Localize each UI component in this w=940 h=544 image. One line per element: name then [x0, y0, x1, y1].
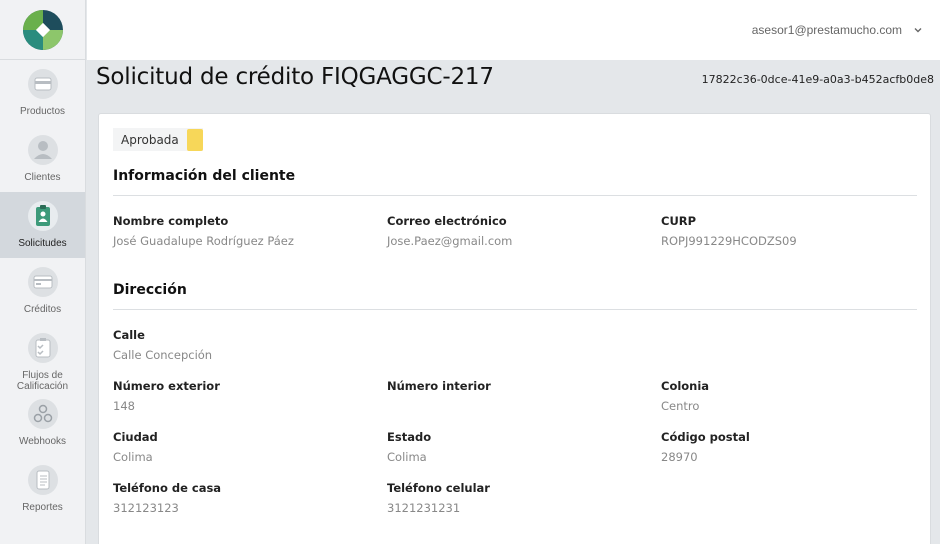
details-card: Aprobada Información del cliente Nombre … [98, 113, 931, 544]
field-value: Colima [113, 450, 153, 464]
request-id: 17822c36-0dce-41e9-a0a3-b452acfb0de8 [701, 73, 934, 86]
sidebar-item-label: Webhooks [18, 436, 67, 447]
sidebar-item-label: Créditos [23, 304, 62, 315]
sidebar-item-label: Solicitudes [18, 238, 67, 249]
credit-card-icon [27, 266, 59, 298]
field-ext-number: Número exterior 148 [113, 379, 220, 413]
field-int-number: Número interior [387, 379, 491, 399]
field-value: 28970 [661, 450, 698, 464]
sidebar-item-reportes[interactable]: Reportes [0, 456, 85, 522]
field-value: ROPJ991229HCODZS09 [661, 234, 797, 248]
requests-icon [27, 200, 59, 232]
field-label: CURP [661, 214, 697, 228]
sidebar-item-productos[interactable]: Productos [0, 60, 85, 126]
field-label: Estado [387, 430, 432, 444]
field-value: Calle Concepción [113, 348, 213, 362]
sidebar-item-label: Clientes [24, 172, 61, 183]
checklist-icon [27, 332, 59, 364]
divider [113, 309, 917, 310]
field-street: Calle Calle Concepción [113, 328, 212, 362]
field-cell-phone: Teléfono celular 3121231231 [387, 481, 490, 515]
field-value: 3121231231 [387, 501, 461, 515]
field-email: Correo electrónico Jose.Paez@gmail.com [387, 214, 512, 248]
sidebar-item-webhooks[interactable]: Webhooks [0, 390, 85, 456]
status-badge: Aprobada [113, 128, 203, 151]
field-zip: Código postal 28970 [661, 430, 750, 464]
field-label: Ciudad [113, 430, 158, 444]
field-home-phone: Teléfono de casa 312123123 [113, 481, 221, 515]
logo[interactable] [0, 0, 85, 60]
status-color-flag [186, 128, 203, 151]
field-label: Teléfono celular [387, 481, 490, 495]
sidebar: Productos Clientes Solicitudes Créditos … [0, 0, 86, 544]
status-label: Aprobada [121, 132, 179, 147]
clients-icon [27, 134, 59, 166]
field-label: Calle [113, 328, 145, 342]
address-section-title: Dirección [113, 282, 187, 298]
field-label: Número interior [387, 379, 491, 393]
field-value: José Guadalupe Rodríguez Páez [113, 234, 294, 248]
sidebar-item-label: Flujos de Calificación [16, 370, 69, 392]
webhook-icon [27, 398, 59, 430]
field-value: 312123123 [113, 501, 179, 515]
field-value: 148 [113, 399, 135, 413]
field-value: Jose.Paez@gmail.com [387, 234, 513, 248]
sidebar-item-label: Productos [19, 106, 66, 117]
field-value: Centro [661, 399, 700, 413]
field-curp: CURP ROPJ991229HCODZS09 [661, 214, 797, 248]
field-city: Ciudad Colima [113, 430, 158, 464]
field-state: Estado Colima [387, 430, 431, 464]
app-logo-icon [22, 9, 63, 50]
page-title: Solicitud de crédito FIQGAGGC-217 [96, 64, 494, 90]
topbar: asesor1@prestamucho.com [87, 0, 940, 60]
products-icon [27, 68, 59, 100]
field-label: Colonia [661, 379, 710, 393]
reports-icon [27, 464, 59, 496]
sidebar-item-label: Reportes [22, 502, 63, 513]
chevron-down-icon[interactable] [912, 24, 924, 36]
client-section-title: Información del cliente [113, 168, 296, 184]
field-value: Colima [387, 450, 427, 464]
sidebar-item-flujos[interactable]: Flujos de Calificación [0, 324, 85, 392]
field-label: Número exterior [113, 379, 220, 393]
field-label: Nombre completo [113, 214, 229, 228]
field-colony: Colonia Centro [661, 379, 709, 413]
user-email[interactable]: asesor1@prestamucho.com [752, 23, 902, 37]
divider [113, 195, 917, 196]
field-label: Código postal [661, 430, 750, 444]
sidebar-item-solicitudes[interactable]: Solicitudes [0, 192, 85, 258]
field-full-name: Nombre completo José Guadalupe Rodríguez… [113, 214, 294, 248]
sidebar-item-creditos[interactable]: Créditos [0, 258, 85, 324]
field-label: Teléfono de casa [113, 481, 222, 495]
field-label: Correo electrónico [387, 214, 507, 228]
sidebar-item-clientes[interactable]: Clientes [0, 126, 85, 192]
